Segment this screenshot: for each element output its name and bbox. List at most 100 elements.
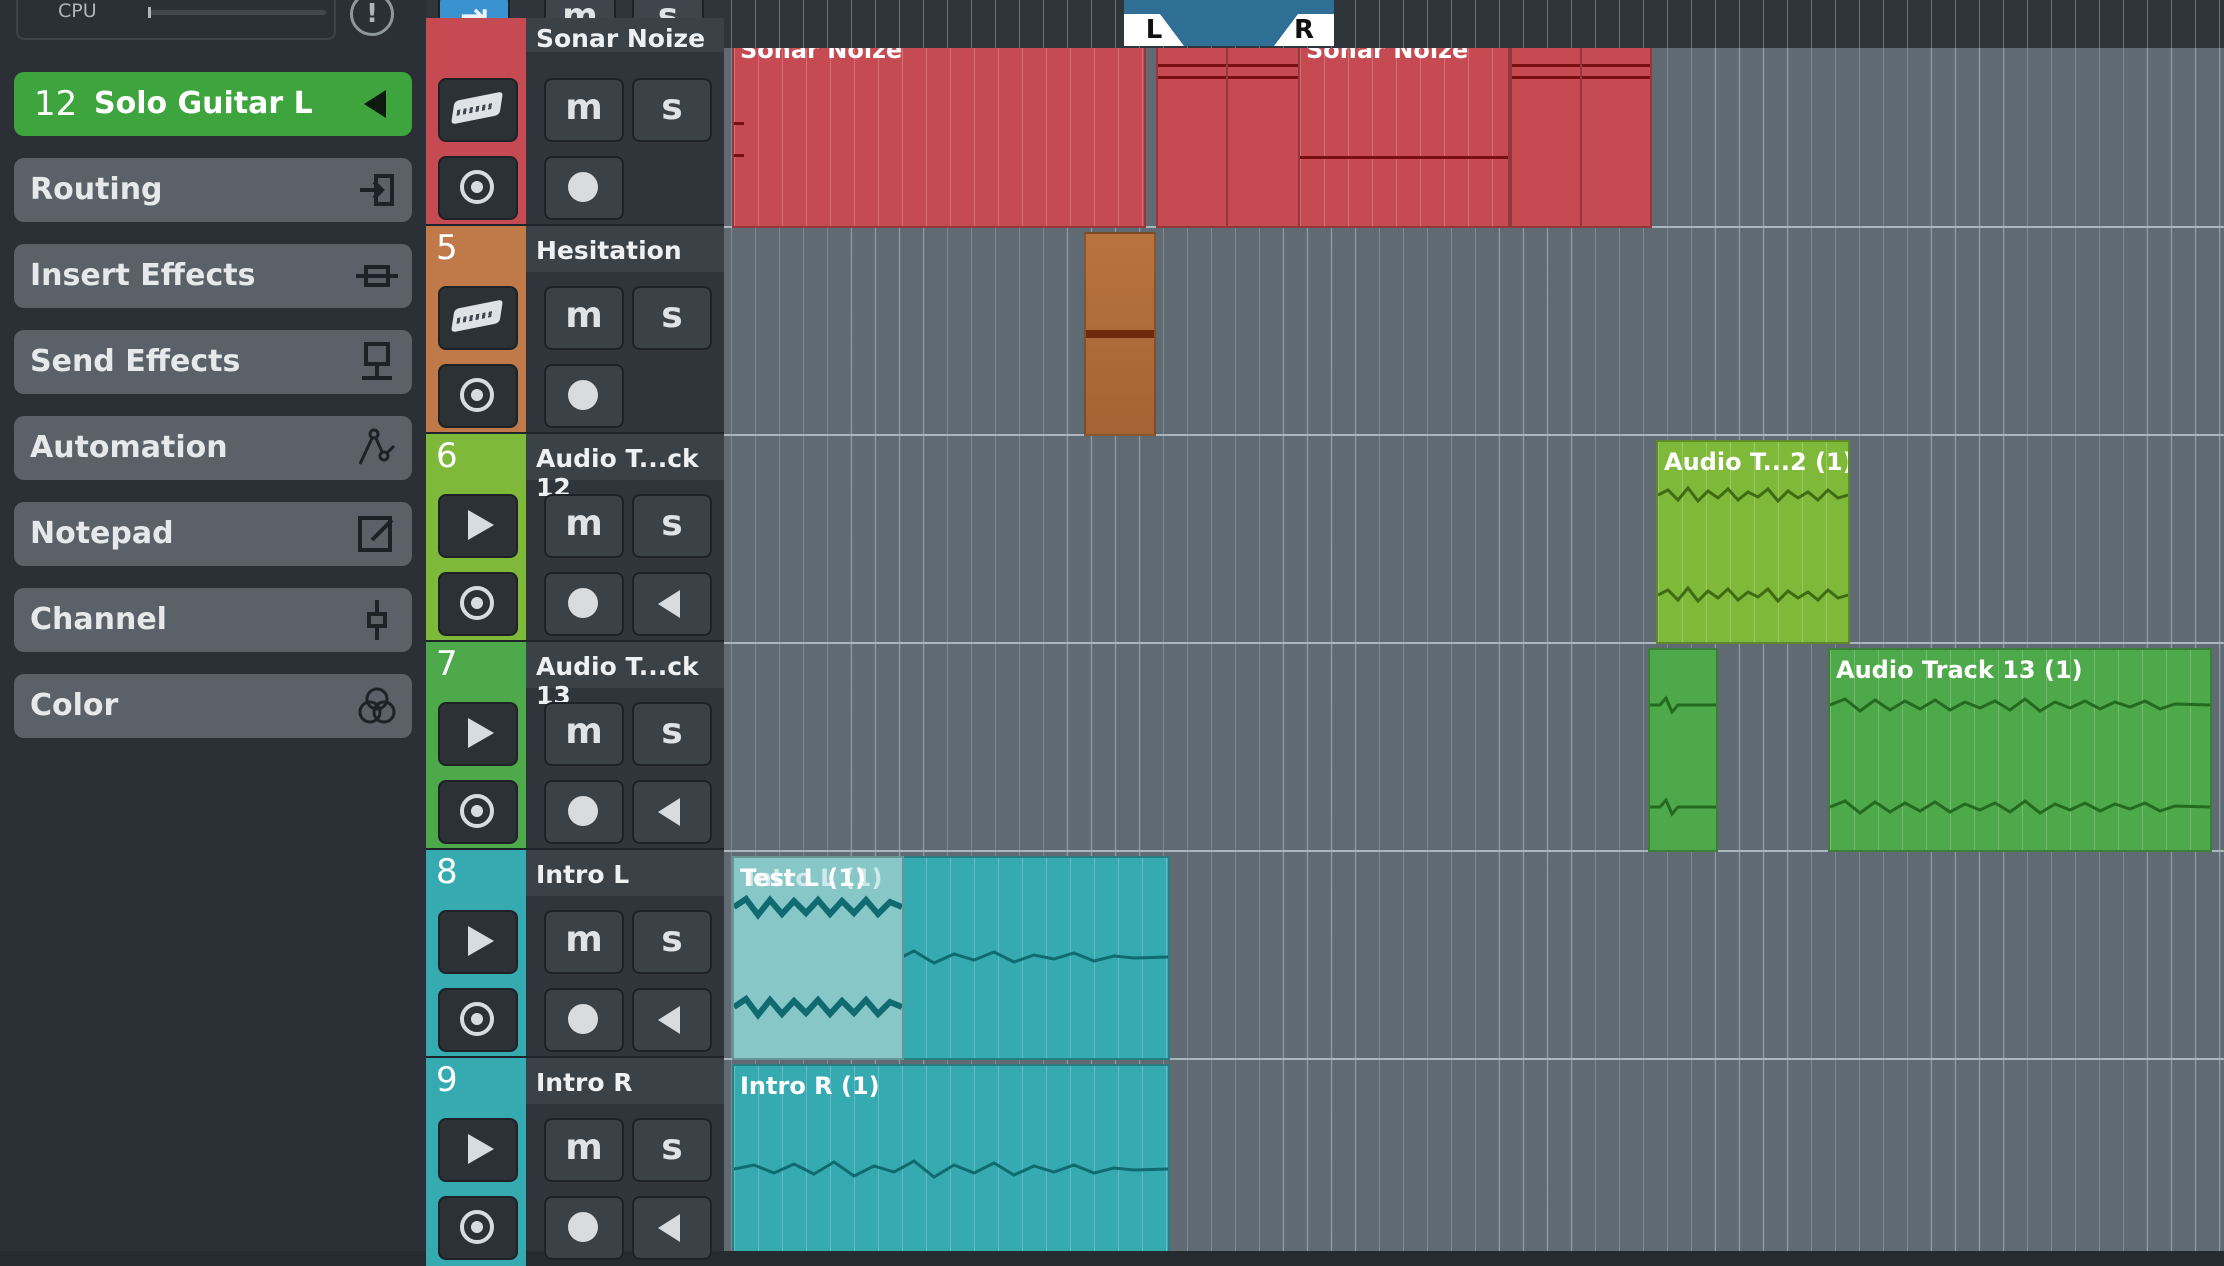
- play-button[interactable]: [438, 494, 518, 558]
- track-number: 7: [436, 644, 458, 684]
- track-row[interactable]: 8 Intro L m s: [426, 850, 724, 1058]
- mute-button[interactable]: m: [544, 1118, 624, 1182]
- play-button[interactable]: [438, 702, 518, 766]
- solo-button[interactable]: s: [632, 1118, 712, 1182]
- track-settings-button[interactable]: [438, 1196, 518, 1260]
- track-settings-button[interactable]: [438, 364, 518, 428]
- play-icon: [468, 1134, 494, 1164]
- midi-clip[interactable]: [1084, 232, 1156, 436]
- audio-clip-overlap[interactable]: Test L (1) Intro L (1): [732, 856, 904, 1060]
- midi-clip[interactable]: Sonar Noize: [732, 40, 1146, 228]
- audio-clip[interactable]: Audio T...2 (1): [1656, 440, 1850, 644]
- track-row[interactable]: 7 Audio T...ck 13 m s: [426, 642, 724, 850]
- insert-effects-icon: [356, 265, 398, 287]
- solo-button[interactable]: s: [632, 702, 712, 766]
- notepad-label: Notepad: [30, 516, 174, 551]
- record-icon: [568, 172, 598, 202]
- track-row[interactable]: 6 Audio T...ck 12 m s: [426, 434, 724, 642]
- send-effects-icon: [362, 342, 392, 380]
- channel-icon: [367, 600, 387, 640]
- clip-name: Intro L (1): [746, 864, 883, 892]
- selected-track-chip[interactable]: 12 Solo Guitar L: [14, 72, 412, 136]
- lane-divider: [724, 642, 2224, 644]
- midi-clip[interactable]: Sonar Noize: [1298, 40, 1510, 228]
- track-row[interactable]: 5 Hesitation m s: [426, 226, 724, 434]
- gear-icon: [460, 586, 494, 620]
- solo-button[interactable]: s: [632, 78, 712, 142]
- track-settings-button[interactable]: [438, 780, 518, 844]
- clip-name: Audio Track 13 (1): [1836, 656, 2083, 684]
- routing-label: Routing: [30, 172, 163, 207]
- midi-clip[interactable]: [1510, 40, 1582, 228]
- solo-button[interactable]: s: [632, 494, 712, 558]
- audio-clip[interactable]: Audio Track 13 (1): [1828, 648, 2212, 852]
- clip-name: Intro R (1): [740, 1072, 880, 1100]
- monitor-button[interactable]: [632, 780, 712, 844]
- speaker-icon: [658, 1214, 680, 1242]
- solo-button[interactable]: s: [632, 910, 712, 974]
- insert-effects-button[interactable]: Insert Effects: [14, 244, 412, 308]
- waveform: [1830, 697, 2210, 713]
- routing-button[interactable]: Routing: [14, 158, 412, 222]
- mute-button[interactable]: m: [544, 494, 624, 558]
- gear-icon: [460, 170, 494, 204]
- monitor-button[interactable]: [632, 988, 712, 1052]
- monitor-button[interactable]: [632, 572, 712, 636]
- speaker-icon: [658, 590, 680, 618]
- track-settings-button[interactable]: [438, 988, 518, 1052]
- track-number: 9: [436, 1060, 458, 1100]
- record-button[interactable]: [544, 988, 624, 1052]
- collapse-arrow-icon[interactable]: [364, 90, 386, 118]
- selected-track-number: 12: [34, 84, 78, 124]
- record-button[interactable]: [544, 572, 624, 636]
- record-button[interactable]: [544, 1196, 624, 1260]
- gear-icon: [460, 794, 494, 828]
- waveform: [1658, 485, 1848, 504]
- channel-button[interactable]: Channel: [14, 588, 412, 652]
- lane-divider: [724, 434, 2224, 436]
- mute-button[interactable]: m: [544, 286, 624, 350]
- notepad-button[interactable]: Notepad: [14, 502, 412, 566]
- audio-clip[interactable]: Intro R (1): [732, 1064, 1170, 1251]
- arrange-area[interactable]: Sonar Noize Sonar Noize Audio T...2 (1): [724, 0, 2224, 1251]
- solo-button[interactable]: s: [632, 286, 712, 350]
- timeline-ruler[interactable]: L R: [724, 0, 2224, 48]
- track-number: 5: [436, 228, 458, 268]
- record-icon: [568, 380, 598, 410]
- record-button[interactable]: [544, 364, 624, 428]
- cpu-label: CPU: [58, 0, 97, 22]
- mute-button[interactable]: m: [544, 910, 624, 974]
- color-button[interactable]: Color: [14, 674, 412, 738]
- record-icon: [568, 1212, 598, 1242]
- cpu-meter: [148, 7, 326, 18]
- send-effects-button[interactable]: Send Effects: [14, 330, 412, 394]
- play-icon: [468, 718, 494, 748]
- color-label: Color: [30, 688, 119, 723]
- track-name: Intro R: [536, 1068, 633, 1097]
- instrument-edit-button[interactable]: [438, 286, 518, 350]
- automation-button[interactable]: Automation: [14, 416, 412, 480]
- midi-clip[interactable]: [1226, 40, 1300, 228]
- play-button[interactable]: [438, 910, 518, 974]
- mute-button[interactable]: m: [544, 702, 624, 766]
- keyboard-icon: [450, 299, 504, 333]
- track-name: Sonar Noize: [536, 24, 706, 53]
- record-button[interactable]: [544, 780, 624, 844]
- send-effects-label: Send Effects: [30, 344, 241, 379]
- track-row[interactable]: Sonar Noize m s: [426, 18, 724, 226]
- monitor-button[interactable]: [632, 1196, 712, 1260]
- track-settings-button[interactable]: [438, 156, 518, 220]
- track-row[interactable]: 9 Intro R m s: [426, 1058, 724, 1266]
- record-icon: [568, 588, 598, 618]
- audio-clip[interactable]: [1648, 648, 1718, 852]
- routing-icon: [360, 174, 394, 206]
- midi-clip[interactable]: [1156, 40, 1228, 228]
- track-settings-button[interactable]: [438, 572, 518, 636]
- midi-clip[interactable]: [1580, 40, 1652, 228]
- waveform: [734, 1159, 1168, 1179]
- play-button[interactable]: [438, 1118, 518, 1182]
- mute-button[interactable]: m: [544, 78, 624, 142]
- record-button[interactable]: [544, 156, 624, 220]
- instrument-edit-button[interactable]: [438, 78, 518, 142]
- automation-icon: [358, 428, 396, 465]
